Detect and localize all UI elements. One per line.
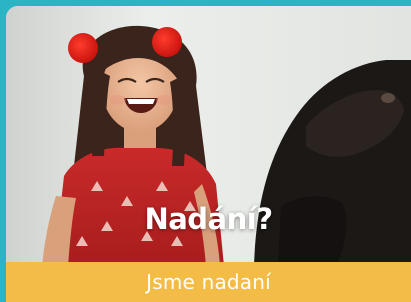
promo-headline: Nadání? — [144, 202, 273, 236]
jsme-nadani-button[interactable]: Jsme nadaní — [6, 262, 411, 302]
cta-label: Jsme nadaní — [146, 270, 271, 294]
promo-card[interactable]: Nadání? Jsme nadaní — [6, 6, 411, 302]
